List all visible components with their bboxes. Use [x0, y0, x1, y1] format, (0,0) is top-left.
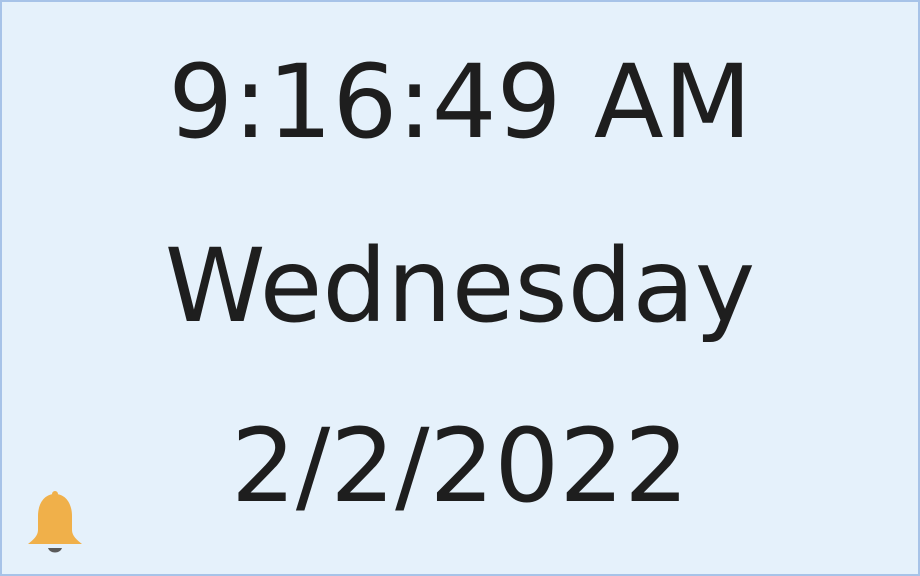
- date-text: 2/2/2022: [230, 407, 690, 526]
- weekday-text: Wednesday: [164, 227, 756, 346]
- bell-icon: [28, 491, 82, 553]
- clock-tile[interactable]: 9:16:49 AM Wednesday 2/2/2022: [0, 0, 920, 576]
- time-text: 9:16:49 AM: [168, 43, 752, 162]
